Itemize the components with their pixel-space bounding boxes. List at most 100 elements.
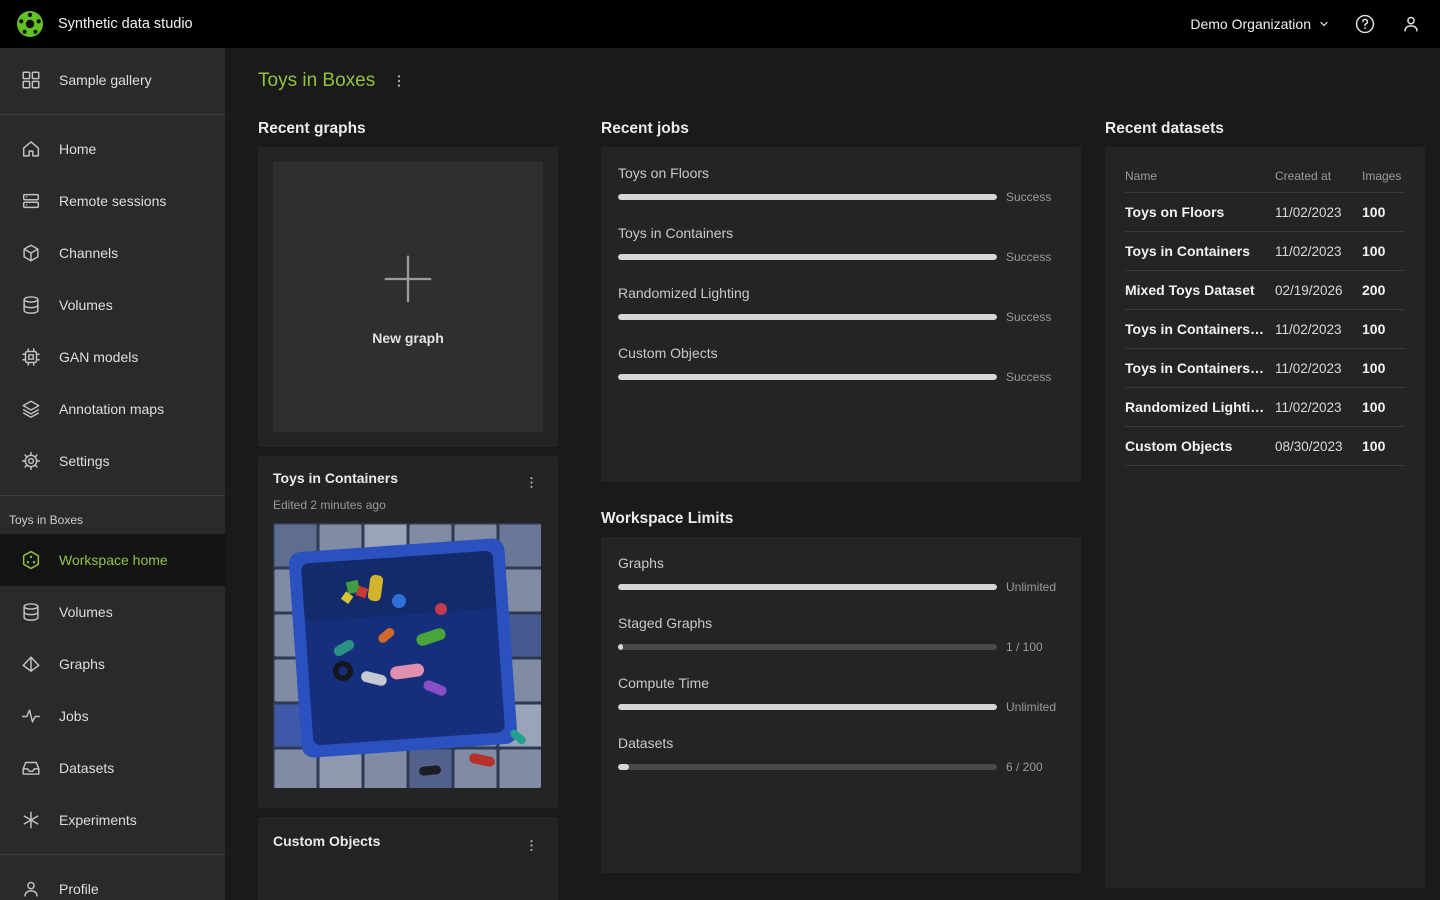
graph-card-kebab-menu[interactable] (519, 833, 543, 857)
job-row[interactable]: Custom Objects Success (618, 345, 1064, 384)
job-row[interactable]: Toys in Containers Success (618, 225, 1064, 264)
column-header-created-at: Created at (1275, 168, 1332, 183)
dataset-row[interactable]: Toys in Containers - ... 11/02/2023 100 (1125, 349, 1405, 388)
sidebar-item-label: Volumes (59, 604, 113, 620)
sidebar-item-gan-models[interactable]: GAN models (0, 331, 225, 383)
main-content: Toys in Boxes Recent graphs New graph To… (225, 48, 1440, 900)
dataset-name: Toys in Containers - ... (1125, 360, 1275, 376)
activity-icon (20, 705, 42, 727)
grid-icon (20, 69, 42, 91)
help-icon[interactable] (1354, 13, 1376, 35)
dataset-created-at: 11/02/2023 (1275, 204, 1342, 220)
dataset-name: Randomized Lighting (1125, 399, 1268, 415)
dataset-created-at: 11/02/2023 (1275, 321, 1342, 337)
dataset-images: 100 (1362, 321, 1386, 337)
sidebar-item-jobs[interactable]: Jobs (0, 690, 225, 742)
sidebar-item-graphs[interactable]: Graphs (0, 638, 225, 690)
sidebar-item-settings[interactable]: Settings (0, 435, 225, 487)
job-row[interactable]: Toys on Floors Success (618, 165, 1064, 204)
recent-datasets-section: Recent datasets Name Created at Images T… (1105, 120, 1425, 900)
sidebar-item-experiments[interactable]: Experiments (0, 794, 225, 846)
layers-icon (20, 398, 42, 420)
limit-name: Graphs (618, 555, 664, 571)
job-status: Success (1006, 370, 1052, 384)
dataset-row[interactable]: Mixed Toys Dataset 02/19/2026 200 (1125, 271, 1405, 310)
limit-name: Staged Graphs (618, 615, 713, 631)
sidebar-item-label: Remote sessions (59, 193, 167, 209)
workspace-limits-panel: Graphs Unlimited Staged Graphs 1 / 100 C… (601, 537, 1081, 873)
sidebar-item-label: Workspace home (59, 552, 168, 568)
sidebar-item-channels[interactable]: Channels (0, 227, 225, 279)
sidebar-item-volumes[interactable]: Volumes (0, 279, 225, 331)
person-icon (20, 878, 42, 900)
sidebar-divider (0, 854, 225, 855)
sidebar-divider (0, 114, 225, 115)
sidebar-item-datasets[interactable]: Datasets (0, 742, 225, 794)
limit-value: 1 / 100 (1006, 640, 1043, 654)
limit-row: Graphs Unlimited (618, 555, 1064, 594)
column-header-name: Name (1125, 168, 1158, 183)
graph-card[interactable]: Custom Objects (258, 817, 558, 900)
app-logo-icon[interactable] (16, 10, 44, 38)
sidebar-divider (0, 495, 225, 496)
limit-progress-bar (618, 764, 997, 770)
job-name: Randomized Lighting (618, 285, 750, 301)
job-progress-bar (618, 254, 997, 260)
section-title: Workspace Limits (601, 510, 734, 527)
job-progress-bar (618, 314, 997, 320)
workspace-section-label: Toys in Boxes (9, 513, 84, 527)
graph-preview-image (273, 523, 541, 788)
sidebar-item-remote-sessions[interactable]: Remote sessions (0, 175, 225, 227)
dataset-created-at: 08/30/2023 (1275, 438, 1343, 454)
sidebar-item-profile[interactable]: Profile (0, 863, 225, 900)
sidebar-item-label: Channels (59, 245, 119, 261)
job-progress-bar (618, 374, 997, 380)
workspace-hexagon-icon (20, 549, 42, 571)
dataset-images: 100 (1362, 360, 1386, 376)
chevron-down-icon (1318, 18, 1330, 30)
limit-name: Compute Time (618, 675, 710, 691)
column-header-images: Images (1362, 168, 1402, 183)
dataset-images: 100 (1362, 438, 1386, 454)
sidebar-item-sample-gallery[interactable]: Sample gallery (0, 54, 225, 106)
org-selector[interactable]: Demo Organization (1190, 16, 1330, 32)
dataset-name: Toys in Containers (1125, 243, 1250, 259)
job-status: Success (1006, 310, 1052, 324)
user-icon[interactable] (1400, 13, 1422, 35)
sidebar-item-annotation-maps[interactable]: Annotation maps (0, 383, 225, 435)
dataset-name: Toys in Containers - ... (1125, 321, 1275, 337)
dataset-created-at: 02/19/2026 (1275, 282, 1343, 298)
job-row[interactable]: Randomized Lighting Success (618, 285, 1064, 324)
sidebar-item-label: Volumes (59, 297, 113, 313)
sidebar-item-label: Graphs (59, 656, 105, 672)
sidebar-item-label: Home (59, 141, 97, 157)
recent-graphs-section: Recent graphs New graph Toys in Containe… (258, 120, 558, 900)
sidebar-item-label: Profile (59, 881, 99, 897)
datasets-table-header: Name Created at Images (1125, 159, 1405, 193)
dataset-row[interactable]: Toys in Containers 11/02/2023 100 (1125, 232, 1405, 271)
sidebar-item-workspace-volumes[interactable]: Volumes (0, 586, 225, 638)
dataset-row[interactable]: Randomized Lighting 11/02/2023 100 (1125, 388, 1405, 427)
limit-progress-bar (618, 704, 997, 710)
cube-icon (20, 242, 42, 264)
dataset-created-at: 11/02/2023 (1275, 360, 1342, 376)
new-graph-button[interactable]: New graph (273, 162, 543, 432)
asterisk-icon (20, 809, 42, 831)
dataset-name: Toys on Floors (1125, 204, 1225, 220)
dataset-row[interactable]: Toys on Floors 11/02/2023 100 (1125, 193, 1405, 232)
sidebar-item-home[interactable]: Home (0, 123, 225, 175)
info-icon[interactable] (506, 753, 534, 781)
sidebar: Sample gallery Home Remote sessions Chan… (0, 48, 225, 900)
job-status: Success (1006, 250, 1052, 264)
graph-card-kebab-menu[interactable] (519, 470, 543, 494)
dataset-row[interactable]: Toys in Containers - ... 11/02/2023 100 (1125, 310, 1405, 349)
page-kebab-menu[interactable] (387, 69, 411, 93)
sidebar-item-label: Datasets (59, 760, 115, 776)
dataset-images: 100 (1362, 243, 1386, 259)
graph-card[interactable]: Toys in Containers Edited 2 minutes ago (258, 456, 558, 808)
sidebar-item-workspace-home[interactable]: Workspace home (0, 534, 225, 586)
limit-name: Datasets (618, 735, 674, 751)
dataset-row[interactable]: Custom Objects 08/30/2023 100 (1125, 427, 1405, 466)
dataset-created-at: 11/02/2023 (1275, 243, 1342, 259)
dataset-images: 100 (1362, 399, 1386, 415)
